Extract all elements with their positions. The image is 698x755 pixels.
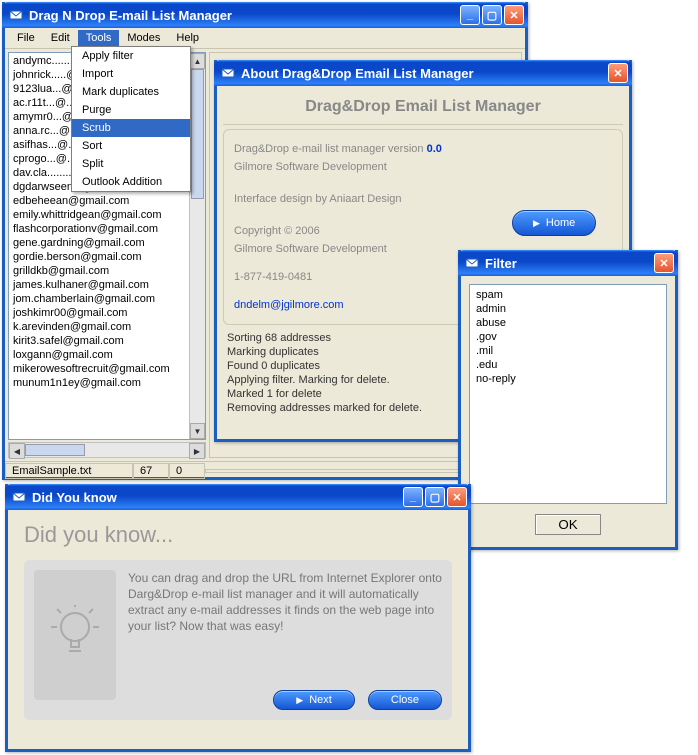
- dyk-panel: You can drag and drop the URL from Inter…: [24, 560, 452, 720]
- list-item[interactable]: gordie.berson@gmail.com: [13, 250, 201, 264]
- menubar: File Edit Tools Modes Help Apply filterI…: [5, 28, 525, 49]
- tools-dropdown: Apply filterImportMark duplicatesPurgeSc…: [71, 46, 191, 192]
- status-filename: EmailSample.txt: [5, 463, 133, 479]
- list-item[interactable]: gene.gardning@gmail.com: [13, 236, 201, 250]
- filter-title: Filter: [485, 256, 517, 271]
- scroll-down-button[interactable]: ▼: [190, 423, 205, 439]
- list-item[interactable]: edbeheean@gmail.com: [13, 194, 201, 208]
- list-item[interactable]: emily.whittridgean@gmail.com: [13, 208, 201, 222]
- about-titlebar[interactable]: About Drag&Drop Email List Manager ✕: [214, 60, 632, 86]
- filter-window: Filter ✕ spamadminabuse.gov.mil.eduno-re…: [458, 250, 678, 550]
- arrow-right-icon: ▶: [533, 214, 540, 232]
- arrow-right-icon: ▶: [296, 695, 303, 706]
- list-item[interactable]: k.arevinden@gmail.com: [13, 320, 201, 334]
- close-button[interactable]: ✕: [504, 5, 524, 25]
- tools-menu-item[interactable]: Split: [72, 155, 190, 173]
- about-version: 0.0: [427, 143, 442, 155]
- menu-tools[interactable]: Tools: [78, 30, 120, 46]
- list-item[interactable]: mikerowesoftrecruit@gmail.com: [13, 362, 201, 376]
- ok-button[interactable]: OK: [535, 514, 600, 535]
- dyk-maximize-button[interactable]: ▢: [425, 487, 445, 507]
- filter-item[interactable]: no-reply: [476, 372, 660, 386]
- list-item[interactable]: loxgann@gmail.com: [13, 348, 201, 362]
- maximize-button[interactable]: ▢: [482, 5, 502, 25]
- menu-help[interactable]: Help: [168, 30, 207, 46]
- status-count: 67: [133, 463, 169, 479]
- filter-item[interactable]: .edu: [476, 358, 660, 372]
- filter-titlebar[interactable]: Filter ✕: [458, 250, 678, 276]
- lightbulb-icon: [34, 570, 116, 700]
- listbox-hscroll[interactable]: ◀ ▶: [8, 442, 206, 458]
- tools-menu-item[interactable]: Purge: [72, 101, 190, 119]
- dyk-close-pill[interactable]: Close: [368, 690, 442, 710]
- tools-menu-item[interactable]: Scrub: [72, 119, 190, 137]
- about-header: Drag&Drop Email List Manager: [223, 92, 623, 125]
- main-titlebar[interactable]: Drag N Drop E-mail List Manager _ ▢ ✕: [2, 2, 528, 28]
- scroll-left-button[interactable]: ◀: [9, 443, 25, 459]
- filter-item[interactable]: abuse: [476, 316, 660, 330]
- main-title: Drag N Drop E-mail List Manager: [29, 8, 232, 23]
- about-line1: Drag&Drop e-mail list manager version: [234, 143, 427, 155]
- menu-file[interactable]: File: [9, 30, 43, 46]
- scroll-right-button[interactable]: ▶: [189, 443, 205, 459]
- about-line3: Interface design by Aniaart Design: [234, 190, 512, 208]
- dyk-app-icon: [11, 489, 27, 505]
- filter-item[interactable]: .mil: [476, 344, 660, 358]
- dyk-window: Did You know _ ▢ ✕ Did you know...: [5, 484, 471, 752]
- filter-list[interactable]: spamadminabuse.gov.mil.eduno-reply: [469, 284, 667, 504]
- list-item[interactable]: joshkimr00@gmail.com: [13, 306, 201, 320]
- filter-item[interactable]: .gov: [476, 330, 660, 344]
- hscroll-thumb[interactable]: [25, 444, 85, 456]
- tools-menu-item[interactable]: Import: [72, 65, 190, 83]
- dyk-close-button[interactable]: ✕: [447, 487, 467, 507]
- tools-menu-item[interactable]: Outlook Addition: [72, 173, 190, 191]
- about-close-button[interactable]: ✕: [608, 63, 628, 83]
- dyk-heading: Did you know...: [24, 520, 452, 560]
- list-item[interactable]: grilldkb@gmail.com: [13, 264, 201, 278]
- minimize-button[interactable]: _: [460, 5, 480, 25]
- dyk-titlebar[interactable]: Did You know _ ▢ ✕: [5, 484, 471, 510]
- list-item[interactable]: james.kulhaner@gmail.com: [13, 278, 201, 292]
- filter-item[interactable]: spam: [476, 288, 660, 302]
- filter-close-button[interactable]: ✕: [654, 253, 674, 273]
- scroll-thumb[interactable]: [191, 69, 204, 199]
- status-other: 0: [169, 463, 205, 479]
- filter-icon: [464, 255, 480, 271]
- filter-item[interactable]: admin: [476, 302, 660, 316]
- menu-modes[interactable]: Modes: [119, 30, 168, 46]
- menu-edit[interactable]: Edit: [43, 30, 78, 46]
- dyk-title: Did You know: [32, 490, 117, 505]
- tools-menu-item[interactable]: Sort: [72, 137, 190, 155]
- about-copyright: Copyright © 2006: [234, 222, 512, 240]
- listbox-scrollbar[interactable]: ▲ ▼: [189, 53, 205, 439]
- list-item[interactable]: flashcorporationv@gmail.com: [13, 222, 201, 236]
- about-line2: Gilmore Software Development: [234, 158, 512, 176]
- dyk-text: You can drag and drop the URL from Inter…: [128, 570, 442, 634]
- tools-menu-item[interactable]: Apply filter: [72, 47, 190, 65]
- dyk-minimize-button[interactable]: _: [403, 487, 423, 507]
- statusbar: EmailSample.txt 67 0: [5, 461, 525, 479]
- list-item[interactable]: kirit3.safel@gmail.com: [13, 334, 201, 348]
- app-icon: [8, 7, 24, 23]
- tools-menu-item[interactable]: Mark duplicates: [72, 83, 190, 101]
- home-button[interactable]: ▶Home: [512, 210, 596, 236]
- list-item[interactable]: jom.chamberlain@gmail.com: [13, 292, 201, 306]
- about-icon: [220, 65, 236, 81]
- about-title: About Drag&Drop Email List Manager: [241, 66, 474, 81]
- scroll-up-button[interactable]: ▲: [190, 53, 205, 69]
- list-item[interactable]: munum1n1ey@gmail.com: [13, 376, 201, 390]
- next-button[interactable]: ▶Next: [273, 690, 355, 710]
